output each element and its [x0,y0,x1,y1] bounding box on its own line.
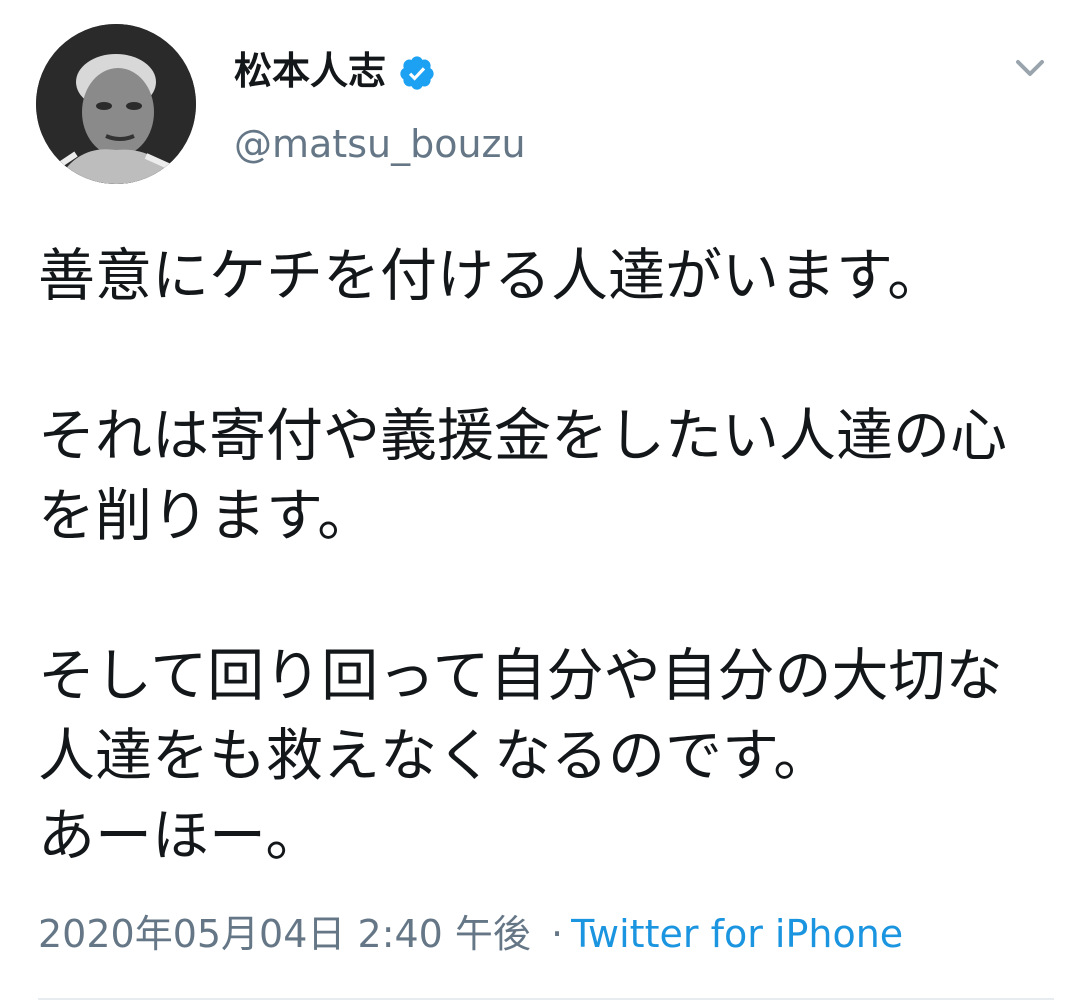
user-handle[interactable]: @matsu_bouzu [234,118,526,170]
avatar[interactable] [36,24,196,184]
tweet-text: 善意にケチを付ける人達がいます。 それは寄付や義援金をしたい人達の心を削ります。… [38,243,1007,869]
verified-badge-icon [398,52,436,90]
display-name[interactable]: 松本人志 [234,44,436,98]
chevron-down-icon[interactable] [1008,46,1052,90]
tweet-meta: 2020年05月04日 2:40 午後 · Twitter for iPhone [38,906,903,962]
tweet-time[interactable]: 2:40 午後 [358,912,531,956]
divider [38,998,1054,1000]
tweet-source-link[interactable]: Twitter for iPhone [571,912,903,956]
tweet-date[interactable]: 2020年05月04日 [38,912,345,956]
meta-separator: · [551,912,564,956]
avatar-photo [36,24,196,184]
display-name-text: 松本人志 [234,49,387,93]
